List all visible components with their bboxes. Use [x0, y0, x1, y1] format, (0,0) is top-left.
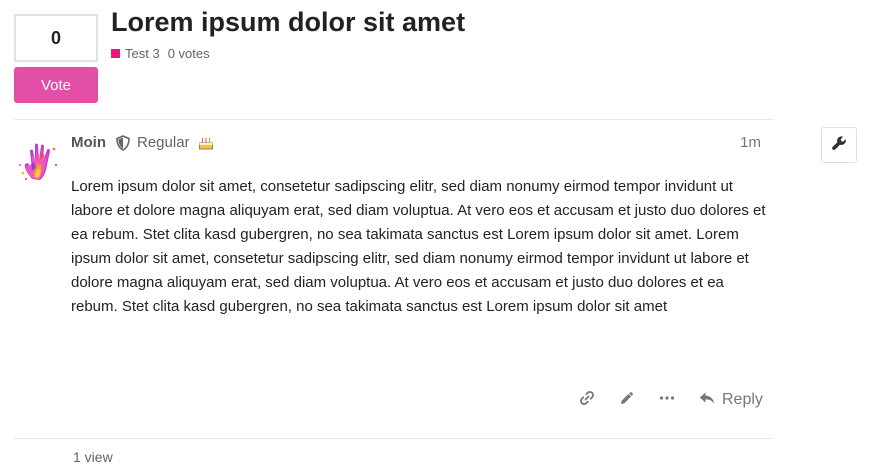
- category-color-square: [111, 49, 120, 58]
- user-title: Regular: [137, 134, 190, 151]
- post-date[interactable]: 1m: [740, 134, 761, 151]
- wrench-icon: [831, 135, 847, 156]
- admin-wrench-button[interactable]: [821, 127, 857, 163]
- post-body: Lorem ipsum dolor sit amet, consetetur s…: [71, 178, 766, 315]
- divider: [14, 438, 773, 439]
- vote-button[interactable]: Vote: [14, 67, 98, 103]
- post-username[interactable]: Moin: [71, 134, 106, 151]
- link-icon: [578, 389, 596, 412]
- shield-icon: [116, 135, 130, 151]
- topic-title: Lorem ipsum dolor sit amet: [111, 7, 466, 37]
- category-label: Test 3: [125, 46, 160, 61]
- vote-count: 0: [14, 14, 98, 62]
- topic-meta: Test 3 0 votes: [111, 46, 210, 61]
- views-count: 1 view: [73, 449, 113, 465]
- votes-count-text: 0 votes: [167, 46, 210, 61]
- pencil-icon: [618, 389, 636, 412]
- post-actions: Reply: [570, 387, 770, 413]
- user-avatar[interactable]: [14, 135, 62, 183]
- reply-button[interactable]: Reply: [698, 387, 763, 413]
- more-actions-button[interactable]: [658, 387, 676, 413]
- divider: [14, 119, 773, 120]
- edit-post-button[interactable]: [618, 387, 636, 413]
- more-icon: [658, 389, 676, 412]
- copy-link-button[interactable]: [578, 387, 596, 413]
- cake-icon: [198, 135, 214, 151]
- reply-icon: [698, 389, 716, 412]
- category-badge[interactable]: Test 3: [111, 46, 160, 61]
- reply-label: Reply: [722, 391, 763, 408]
